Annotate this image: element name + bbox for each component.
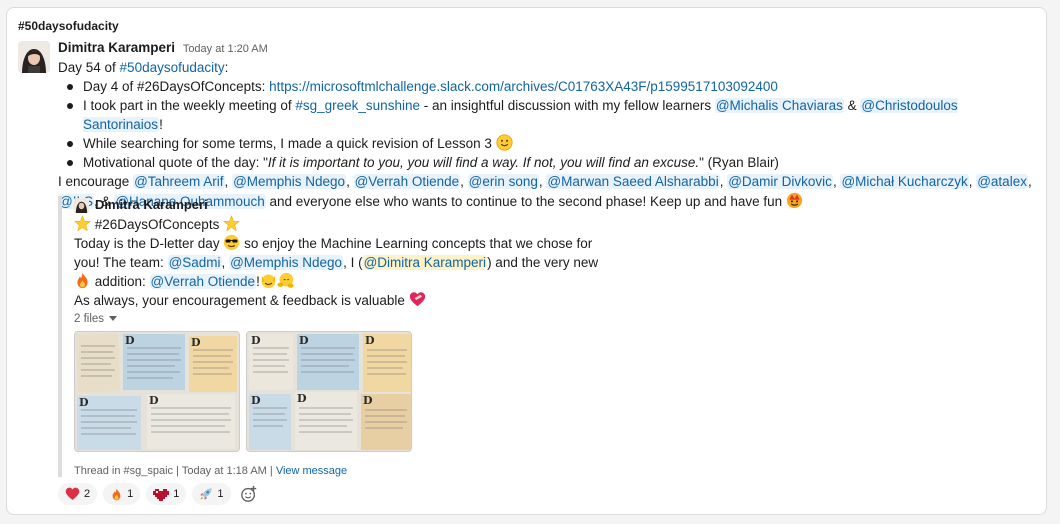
fire-icon (112, 488, 121, 500)
quote-text: If it is important to you, you will find… (267, 155, 700, 170)
heart-pixel-icon (153, 489, 170, 501)
user-mention[interactable]: @Verrah Otiende (353, 174, 461, 189)
channel-link[interactable]: #50daysofudacity (120, 60, 225, 75)
slightly-smiling-face-icon (496, 134, 513, 151)
thread-text: Thread in #sg_spaic | Today at 1:18 AM | (74, 465, 276, 477)
svg-text:D: D (79, 396, 89, 409)
raised-hands-face-icon (261, 274, 276, 289)
svg-text:D: D (149, 394, 159, 407)
svg-text:D: D (363, 394, 373, 407)
hugging-face-icon (277, 272, 294, 288)
files-count: 2 files (74, 313, 105, 325)
svg-text:D: D (251, 394, 261, 407)
avatar[interactable] (18, 41, 50, 73)
channel-link[interactable]: #sg_greek_sunshine (295, 98, 420, 113)
channel-name[interactable]: #50daysofudacity (18, 19, 119, 33)
add-reaction-button[interactable] (237, 483, 261, 505)
rocket-icon (200, 488, 212, 500)
quote-line: addition: @Verrah Otiende! (74, 272, 618, 291)
bullet-text: Day 4 of #26DaysOfConcepts: (83, 79, 270, 94)
quote-text: you! The team: (74, 255, 168, 270)
quote-text: ) and the very new (487, 255, 599, 270)
bullet-text: While searching for some terms, I made a… (83, 136, 496, 151)
bullet-text: ! (159, 117, 163, 132)
bullet-text: I took part in the weekly meeting of (83, 98, 296, 113)
quote-text: , I ( (343, 255, 363, 270)
quote-title-text: #26DaysOfConcepts (91, 217, 224, 232)
fire-icon (77, 272, 88, 289)
star-icon (74, 215, 91, 232)
quote-avatar[interactable] (74, 197, 89, 213)
reaction-pixel-heart[interactable]: 1 (146, 483, 187, 505)
user-mention[interactable]: @Memphis Ndego (229, 255, 344, 270)
sunglasses-face-icon (224, 234, 240, 251)
user-mention[interactable]: @erin song (467, 174, 539, 189)
bullet-list: Day 4 of #26DaysOfConcepts: https://micr… (64, 77, 1038, 172)
user-mention[interactable]: @Marwan Saeed Alsharabbi (546, 174, 720, 189)
reaction-count: 1 (173, 488, 180, 500)
quote-text: Today is the D-letter day (74, 236, 224, 251)
message-body: Dimitra Karamperi Today at 1:20 AM Day 5… (58, 39, 1038, 212)
list-item: While searching for some terms, I made a… (64, 134, 1038, 153)
files-toggle[interactable]: 2 files (74, 313, 618, 325)
reactions-bar: 2 1 1 1 (58, 483, 261, 505)
star-icon (223, 215, 240, 232)
reaction-fire[interactable]: 1 (103, 483, 141, 505)
user-mention[interactable]: @Tahreem Arif (133, 174, 225, 189)
bullet-text: & (843, 98, 861, 113)
reaction-count: 1 (217, 488, 224, 500)
fun-face-icon (786, 192, 803, 209)
svg-text:D: D (299, 334, 309, 347)
file-thumbnails: D D D D D D D D D D (74, 331, 618, 452)
user-mention[interactable]: @Michalis Chaviaras (714, 98, 844, 113)
day-suffix: : (224, 60, 229, 75)
reaction-count: 2 (84, 488, 91, 500)
quote-author[interactable]: Dimitra Karamperi (95, 196, 208, 214)
list-item: I took part in the weekly meeting of #sg… (64, 96, 1038, 134)
message-card: #50daysofudacity Dimitra Karamperi Today… (6, 7, 1047, 515)
svg-text:D: D (191, 336, 201, 349)
chevron-down-icon (109, 316, 118, 321)
user-mention[interactable]: @Sadmi (167, 255, 222, 270)
quote-text: As always, your encouragement & feedback… (74, 293, 409, 308)
bullet-text: - an insightful discussion with my fello… (419, 98, 715, 113)
bullet-text: Motivational quote of the day: " (83, 155, 268, 170)
user-mention[interactable]: @Verrah Otiende (149, 274, 257, 289)
bullet-text: " (Ryan Blair) (699, 155, 779, 170)
quote-line: As always, your encouragement & feedback… (74, 291, 618, 310)
heart-with-bandage-icon (409, 292, 425, 307)
user-mention[interactable]: @Memphis Ndego (232, 174, 347, 189)
reaction-heart[interactable]: 2 (58, 483, 98, 505)
user-mention[interactable]: @atalex (976, 174, 1028, 189)
author-name[interactable]: Dimitra Karamperi (58, 40, 175, 55)
user-mention[interactable]: @Michał Kucharczyk (840, 174, 969, 189)
day-prefix: Day 54 of (58, 60, 120, 75)
list-item: Motivational quote of the day: "If it is… (64, 153, 1038, 172)
quote-line: you! The team: @Sadmi, @Memphis Ndego, I… (74, 255, 599, 270)
svg-text:D: D (365, 334, 375, 347)
quote-title: #26DaysOfConcepts (74, 215, 618, 234)
svg-text:D: D (251, 334, 261, 347)
quote-text: addition: (91, 274, 150, 289)
thread-info: Thread in #sg_spaic | Today at 1:18 AM |… (74, 465, 618, 477)
list-item: Day 4 of #26DaysOfConcepts: https://micr… (64, 77, 1038, 96)
timestamp[interactable]: Today at 1:20 AM (183, 43, 268, 55)
encourage-text: I encourage (58, 174, 134, 189)
concept-link[interactable]: https://microsoftmlchallenge.slack.com/a… (269, 79, 778, 94)
view-message-link[interactable]: View message (276, 465, 347, 477)
add-reaction-icon (240, 485, 256, 502)
file-thumbnail[interactable]: D D D D (74, 331, 240, 452)
self-mention[interactable]: @Dimitra Karamperi (362, 255, 488, 270)
quote-text: so enjoy the Machine Learning concepts t… (240, 236, 593, 251)
reaction-count: 1 (127, 488, 134, 500)
svg-text:D: D (297, 392, 307, 405)
quote-line: Today is the D-letter day so enjoy the M… (74, 234, 618, 253)
user-mention[interactable]: @Damir Divkovic (727, 174, 833, 189)
heart-icon (65, 487, 80, 500)
svg-text:D: D (125, 334, 135, 347)
reaction-rocket[interactable]: 1 (192, 483, 231, 505)
shared-message: Dimitra Karamperi #26DaysOfConcepts Toda… (58, 196, 618, 477)
file-thumbnail[interactable]: D D D D D D (246, 331, 412, 452)
